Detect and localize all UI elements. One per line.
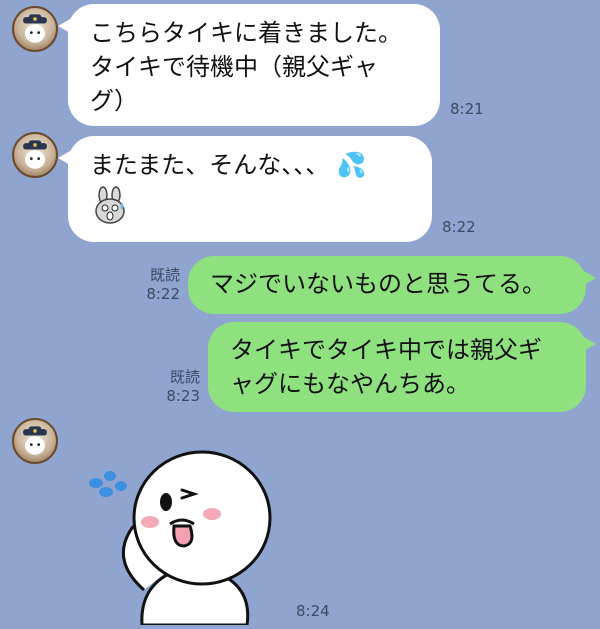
message-line: タイキで待機中（親父ギャ: [90, 53, 378, 81]
message-line: タイキでタイキ中では親父ギ: [230, 336, 542, 364]
message-bubble-incoming[interactable]: またまた、そんな、、、 💦: [58, 136, 432, 242]
message-meta: 既読 8:22: [138, 266, 180, 304]
message-time: 8:23: [166, 387, 200, 405]
bunny-sticker-icon: [90, 186, 130, 226]
message-text: マジでいないものと思うてる。: [210, 270, 546, 298]
message-text: またまた、そんな、、、: [90, 151, 330, 179]
message-bubble-incoming[interactable]: こちらタイキに着きました。 タイキで待機中（親父ギャ グ）: [58, 4, 440, 126]
captain-avatar-icon[interactable]: [12, 418, 58, 464]
message-line: グ）: [90, 87, 138, 115]
read-receipt: 既読: [149, 266, 180, 284]
message-time: 8:22: [442, 218, 476, 236]
sweat-drops-icon: 💦: [336, 151, 367, 179]
captain-avatar-icon[interactable]: [12, 132, 58, 178]
message-time: 8:24: [296, 602, 330, 620]
captain-avatar-icon[interactable]: [12, 6, 58, 52]
message-line: ャグにもなやんちあ。: [230, 370, 470, 398]
message-meta: 既読 8:23: [158, 368, 200, 406]
message-time: 8:22: [146, 285, 180, 303]
read-receipt: 既読: [169, 368, 200, 386]
wink-sticker-icon[interactable]: [82, 440, 282, 627]
message-bubble-outgoing[interactable]: タイキでタイキ中では親父ギ ャグにもなやんちあ。: [208, 322, 596, 412]
message-line: こちらタイキに着きました。: [90, 19, 402, 47]
message-time: 8:21: [450, 100, 484, 118]
message-bubble-outgoing[interactable]: マジでいないものと思うてる。: [188, 256, 596, 314]
